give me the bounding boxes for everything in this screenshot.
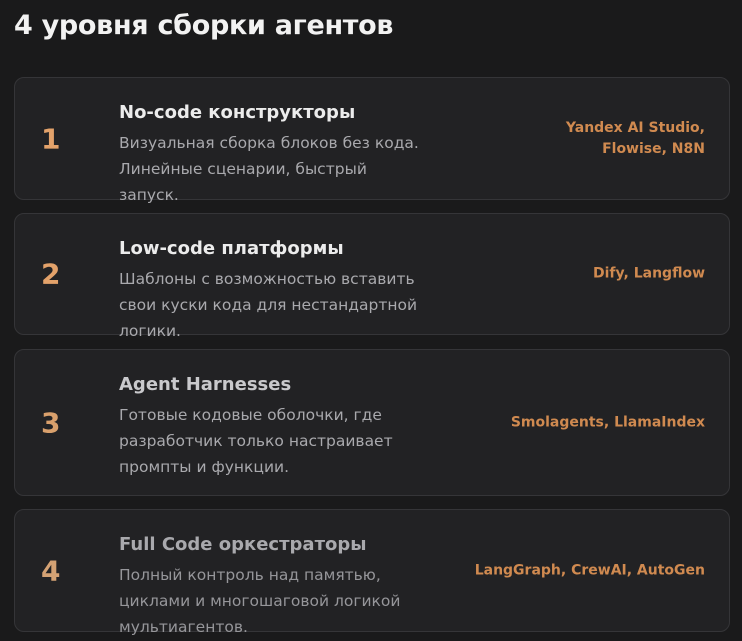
level-card-2: 2 Low-code платформы Шаблоны с возможнос… xyxy=(14,213,730,340)
level-description: Полный контроль над памятью, циклами и м… xyxy=(119,566,401,636)
level-tools: LangGraph, CrewAI, AutoGen xyxy=(474,562,705,578)
level-description: Шаблоны с возможностью вставить свои кус… xyxy=(119,270,418,340)
level-card-4: 4 Full Code оркестраторы Полный контроль… xyxy=(14,509,730,636)
level-text: Full Code оркестраторы Полный контроль н… xyxy=(119,532,459,640)
level-title: Full Code оркестраторы xyxy=(119,534,367,555)
page-title: 4 уровня сборки агентов xyxy=(14,10,394,41)
level-text: No-code конструкторы Визуальная сборка б… xyxy=(119,100,459,208)
level-tools: Smolagents, LlamaIndex xyxy=(510,414,705,430)
level-number: 2 xyxy=(41,257,61,291)
level-text: Low-code платформы Шаблоны с возможность… xyxy=(119,236,459,344)
level-number: 3 xyxy=(41,406,61,439)
level-card-3: 3 Agent Harnesses Готовые кодовые оболоч… xyxy=(14,349,730,496)
level-number: 4 xyxy=(41,554,61,587)
level-description: Визуальная сборка блоков без кода. Линей… xyxy=(119,134,419,204)
level-description: Готовые кодовые оболочки, где разработчи… xyxy=(119,406,393,476)
level-text: Agent Harnesses Готовые кодовые оболочки… xyxy=(119,372,459,480)
level-title: Agent Harnesses xyxy=(119,374,292,395)
level-number: 1 xyxy=(41,122,61,155)
level-title: Low-code платформы xyxy=(119,238,344,259)
level-card-1: 1 No-code конструкторы Визуальная сборка… xyxy=(14,77,730,204)
level-title: No-code конструкторы xyxy=(119,102,356,123)
level-tools: Yandex AI Studio, Flowise, N8N xyxy=(565,119,705,157)
level-tools: Dify, Langflow xyxy=(592,265,705,282)
